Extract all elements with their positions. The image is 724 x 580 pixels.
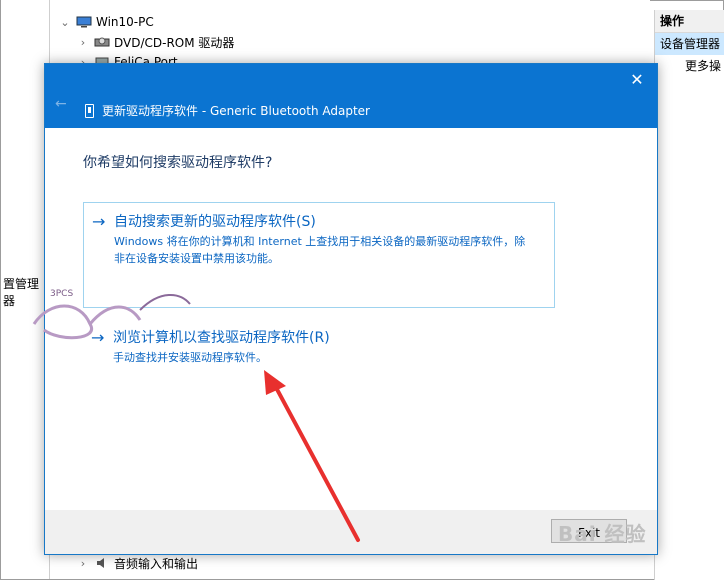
actions-panel: 操作 设备管理器 更多操 [654,10,724,580]
arrow-right-icon: → [92,212,106,231]
site-watermark-logo: 3PCS [32,289,191,340]
disc-drive-icon [94,36,110,48]
actions-more-item[interactable]: 更多操 [655,55,724,77]
actions-selected-item[interactable]: 设备管理器 [655,33,724,55]
tree-item-audio[interactable]: › 音频输入和输出 [76,553,198,573]
auto-search-title[interactable]: 自动搜索更新的驱动程序软件(S) [114,213,316,231]
search-question: 你希望如何搜索驱动程序软件? [83,155,273,171]
watermark-text: 3PCS [50,289,73,299]
chevron-right-icon[interactable]: › [76,36,90,49]
computer-icon [76,16,92,28]
tree-root[interactable]: ⌄ Win10-PC [58,12,154,32]
close-icon[interactable]: ✕ [625,68,649,92]
dialog-title: 更新驱动程序软件 - Generic Bluetooth Adapter [85,102,370,119]
tree-item-label: DVD/CD-ROM 驱动器 [114,35,235,50]
actions-header: 操作 [655,10,724,33]
auto-search-description: Windows 将在你的计算机和 Internet 上查找用于相关设备的最新驱动… [114,235,526,265]
back-arrow-icon[interactable]: ← [55,96,67,112]
tree-item-dvd[interactable]: › DVD/CD-ROM 驱动器 [76,32,235,52]
speaker-icon [94,557,110,569]
dialog-title-text: 更新驱动程序软件 - Generic Bluetooth Adapter [102,104,370,118]
chevron-right-icon[interactable]: › [76,557,90,570]
tree-item-label: 音频输入和输出 [114,556,199,571]
chevron-down-icon[interactable]: ⌄ [58,16,72,29]
dialog-titlebar: ← ✕ 更新驱动程序软件 - Generic Bluetooth Adapter [45,64,657,128]
baidu-watermark: Bai 经验 [558,522,647,546]
tree-root-label: Win10-PC [96,15,154,29]
bluetooth-device-icon [85,103,94,118]
browse-computer-description: 手动查找并安装驱动程序软件。 [113,351,267,364]
